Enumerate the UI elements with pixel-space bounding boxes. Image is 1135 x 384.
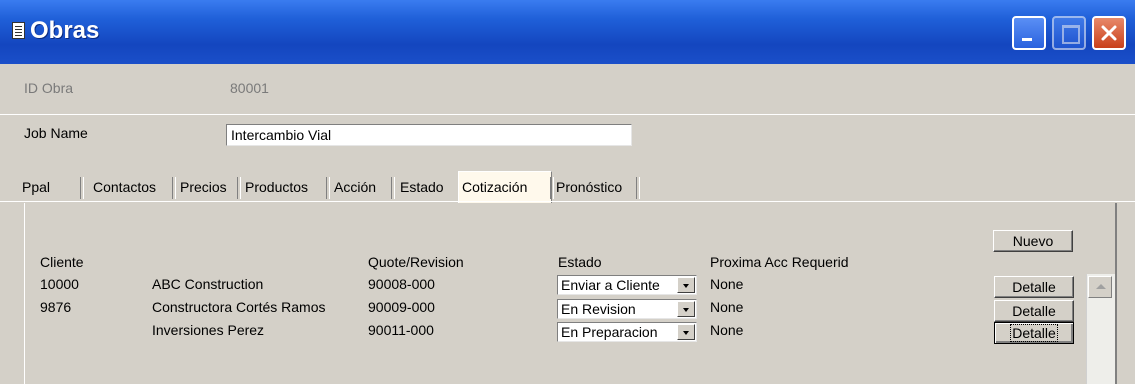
chevron-down-icon[interactable]	[677, 277, 695, 293]
document-icon	[12, 22, 25, 39]
proxima-accion: None	[710, 322, 744, 338]
tab-separator	[550, 177, 554, 199]
tab-separator	[391, 177, 395, 199]
nuevo-button[interactable]: Nuevo	[993, 230, 1073, 252]
quote-number: 90011-000	[368, 322, 434, 338]
estado-value: Enviar a Cliente	[561, 277, 660, 293]
tab-precios[interactable]: Precios	[180, 173, 227, 201]
chevron-down-icon[interactable]	[677, 301, 695, 317]
detalle-button[interactable]: Detalle	[994, 322, 1074, 344]
tab-separator	[326, 177, 330, 199]
quote-number: 90009-000	[368, 299, 435, 315]
chevron-down-icon[interactable]	[677, 324, 695, 340]
cliente-id: 10000	[40, 276, 79, 292]
tab-separator	[172, 177, 176, 199]
close-button[interactable]	[1092, 16, 1126, 50]
tab-accion[interactable]: Acción	[334, 173, 376, 201]
header-cliente: Cliente	[40, 254, 84, 270]
detalle-label: Detalle	[1010, 324, 1058, 342]
minimize-button[interactable]	[1012, 16, 1046, 50]
cliente-id: 9876	[40, 299, 72, 315]
proxima-accion: None	[710, 276, 744, 292]
estado-dropdown[interactable]: En Preparacion	[557, 322, 697, 342]
tab-separator	[80, 177, 84, 199]
id-row	[0, 64, 1135, 115]
proxima-accion: None	[710, 299, 744, 315]
tab-ppal[interactable]: Ppal	[22, 173, 50, 201]
header-accion: Proxima Acc Requerid	[710, 254, 849, 270]
quote-number: 90008-000	[368, 276, 435, 292]
title-bar: Obras	[0, 0, 1135, 64]
job-name-input[interactable]	[226, 124, 632, 146]
detalle-button[interactable]: Detalle	[994, 276, 1074, 298]
detalle-button[interactable]: Detalle	[994, 300, 1074, 322]
close-icon	[1101, 25, 1117, 41]
tab-separator	[636, 177, 640, 199]
tab-separator	[237, 177, 241, 199]
window-title: Obras	[30, 17, 100, 44]
cliente-name: ABC Construction	[152, 276, 264, 292]
cliente-name: Inversiones Perez	[152, 322, 265, 338]
tab-estado[interactable]: Estado	[400, 173, 444, 201]
tab-cotizacion[interactable]: Cotización	[462, 173, 527, 201]
scroll-up-icon[interactable]	[1088, 276, 1112, 298]
estado-dropdown[interactable]: En Revision	[557, 299, 697, 319]
tab-pronostico[interactable]: Pronóstico	[556, 173, 622, 201]
tab-productos[interactable]: Productos	[245, 173, 308, 201]
cliente-name: Constructora Cortés Ramos	[152, 299, 326, 315]
id-obra-value: 80001	[230, 80, 269, 96]
header-estado: Estado	[558, 254, 602, 270]
tab-underline	[0, 201, 1135, 202]
tab-contactos[interactable]: Contactos	[93, 173, 156, 201]
estado-value: En Revision	[561, 301, 636, 317]
id-obra-label: ID Obra	[24, 80, 74, 96]
job-name-label: Job Name	[24, 125, 88, 141]
header-quote: Quote/Revision	[368, 254, 464, 270]
maximize-button[interactable]	[1052, 16, 1086, 50]
estado-dropdown[interactable]: Enviar a Cliente	[557, 275, 697, 295]
estado-value: En Preparacion	[561, 324, 658, 340]
divider	[0, 114, 1135, 115]
